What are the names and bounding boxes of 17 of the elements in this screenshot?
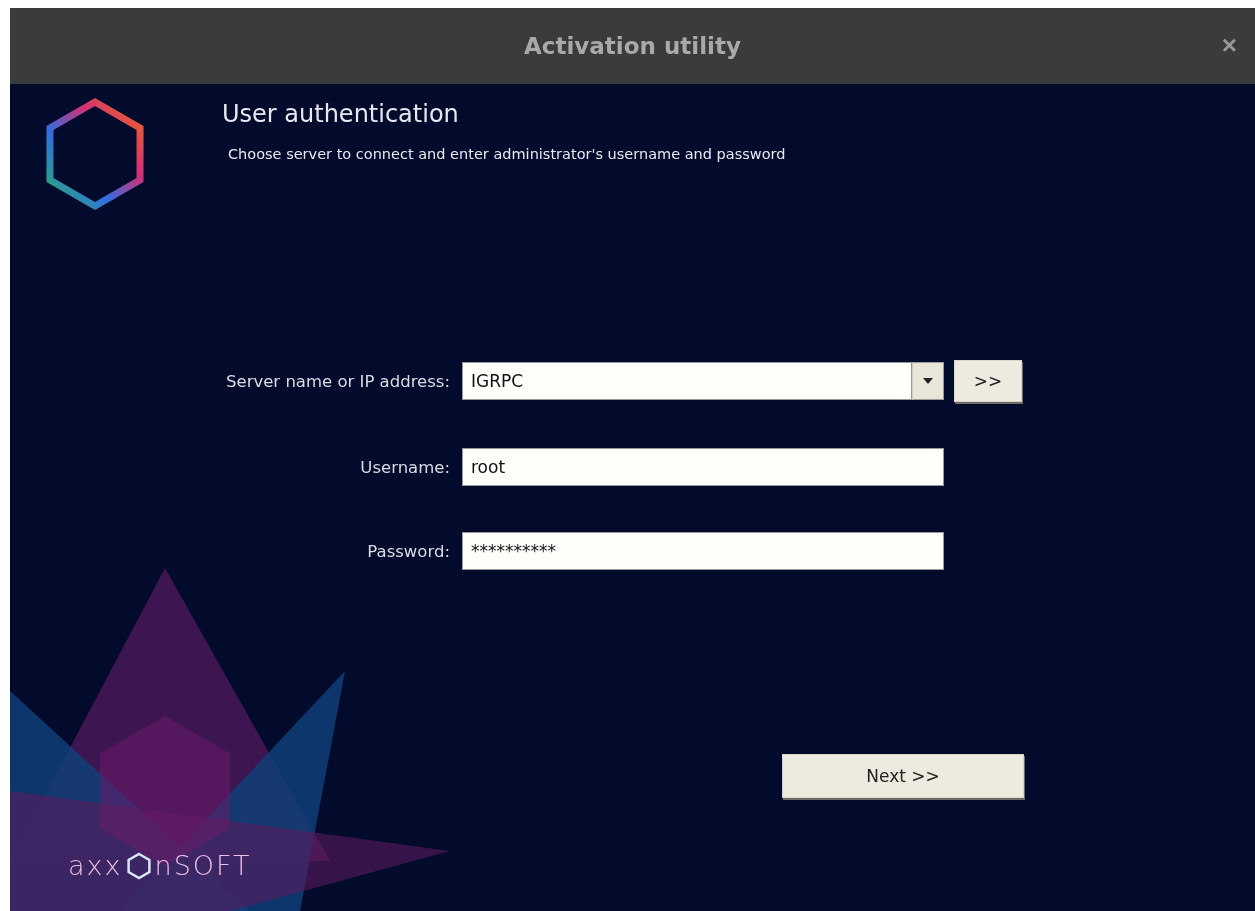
hexagon-icon xyxy=(125,850,152,881)
next-button[interactable]: Next >> xyxy=(782,754,1024,798)
page-subtitle: Choose server to connect and enter administrator's username and password xyxy=(227,146,786,162)
field-label: Server name or IP address: xyxy=(225,371,451,391)
browse-button[interactable]: >> xyxy=(954,360,1022,402)
field-label: Username: xyxy=(359,457,451,477)
field-label: Password: xyxy=(366,541,451,561)
input-field[interactable]: ********** xyxy=(462,532,944,570)
caret-icon xyxy=(923,378,933,384)
page-heading: User authentication xyxy=(222,100,460,128)
logo-text: axx xyxy=(68,850,123,881)
window-title: Activation utility xyxy=(524,33,741,59)
logo-text: nSOFT xyxy=(154,850,252,881)
close-button[interactable]: × xyxy=(1217,30,1241,61)
dropdown-button[interactable] xyxy=(912,362,944,400)
input-field[interactable]: root xyxy=(462,448,944,486)
server-field[interactable]: IGRPC xyxy=(462,362,912,400)
